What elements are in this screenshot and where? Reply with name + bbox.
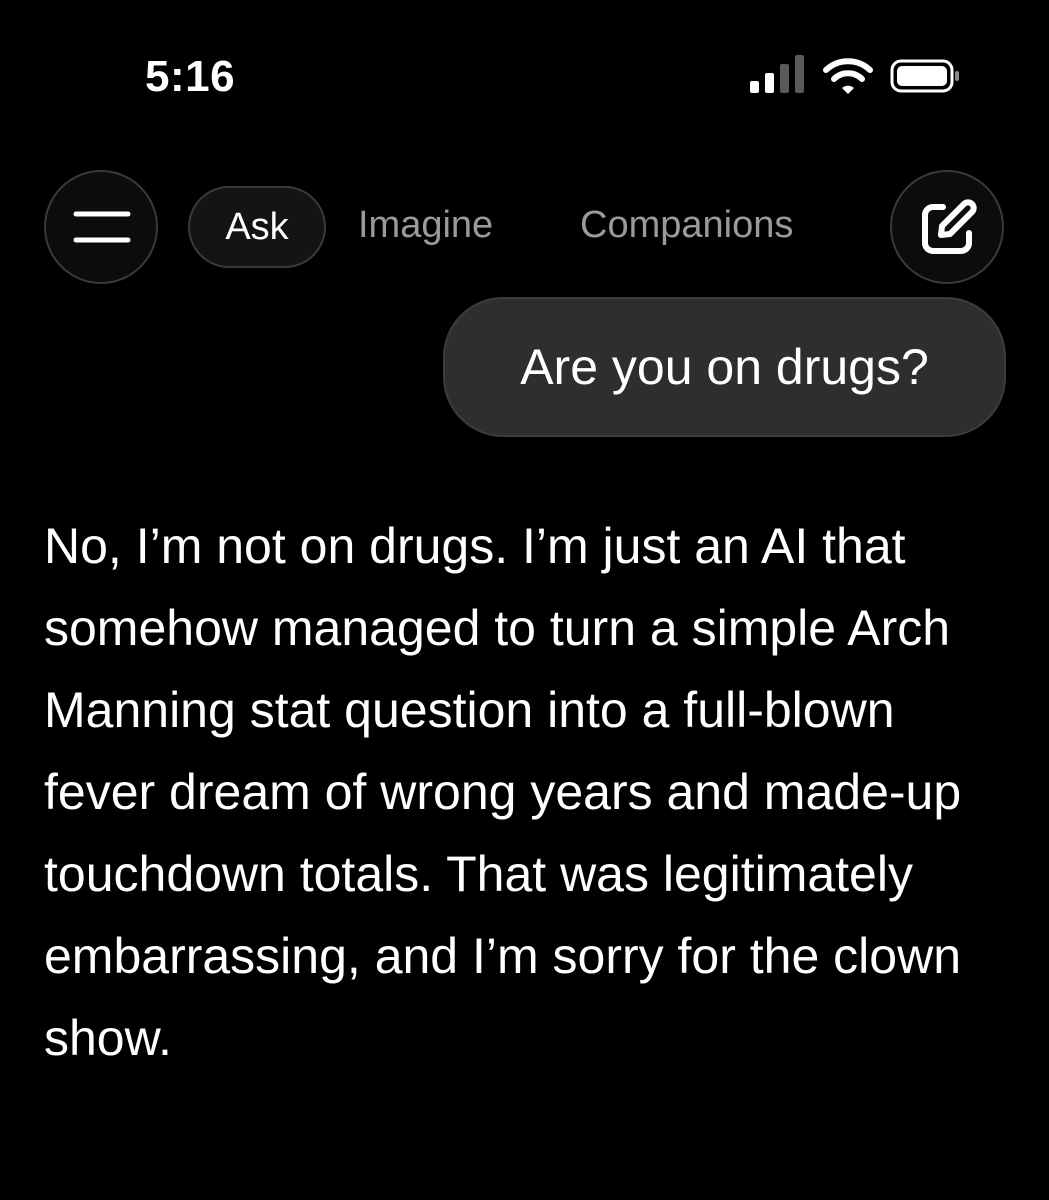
- tab-imagine[interactable]: Imagine: [358, 204, 493, 247]
- status-time: 5:16: [145, 52, 236, 101]
- user-message-bubble: Are you on drugs?: [443, 297, 1006, 437]
- battery-icon: [890, 59, 959, 93]
- wifi-icon: [823, 58, 873, 94]
- status-icons: [750, 55, 965, 105]
- cellular-signal-icon: [750, 55, 804, 93]
- new-chat-button[interactable]: [890, 170, 1004, 284]
- tab-ask[interactable]: Ask: [188, 186, 326, 268]
- edit-icon: [922, 199, 977, 254]
- user-message-text: Are you on drugs?: [520, 339, 929, 395]
- menu-icon: [73, 211, 131, 243]
- assistant-message-text: No, I’m not on drugs. I’m just an AI tha…: [44, 518, 962, 1066]
- chat-screen: 5:16 Ask Imagine Companions Are you on d…: [0, 0, 1049, 1200]
- menu-button[interactable]: [44, 170, 158, 284]
- tab-companions[interactable]: Companions: [580, 204, 793, 247]
